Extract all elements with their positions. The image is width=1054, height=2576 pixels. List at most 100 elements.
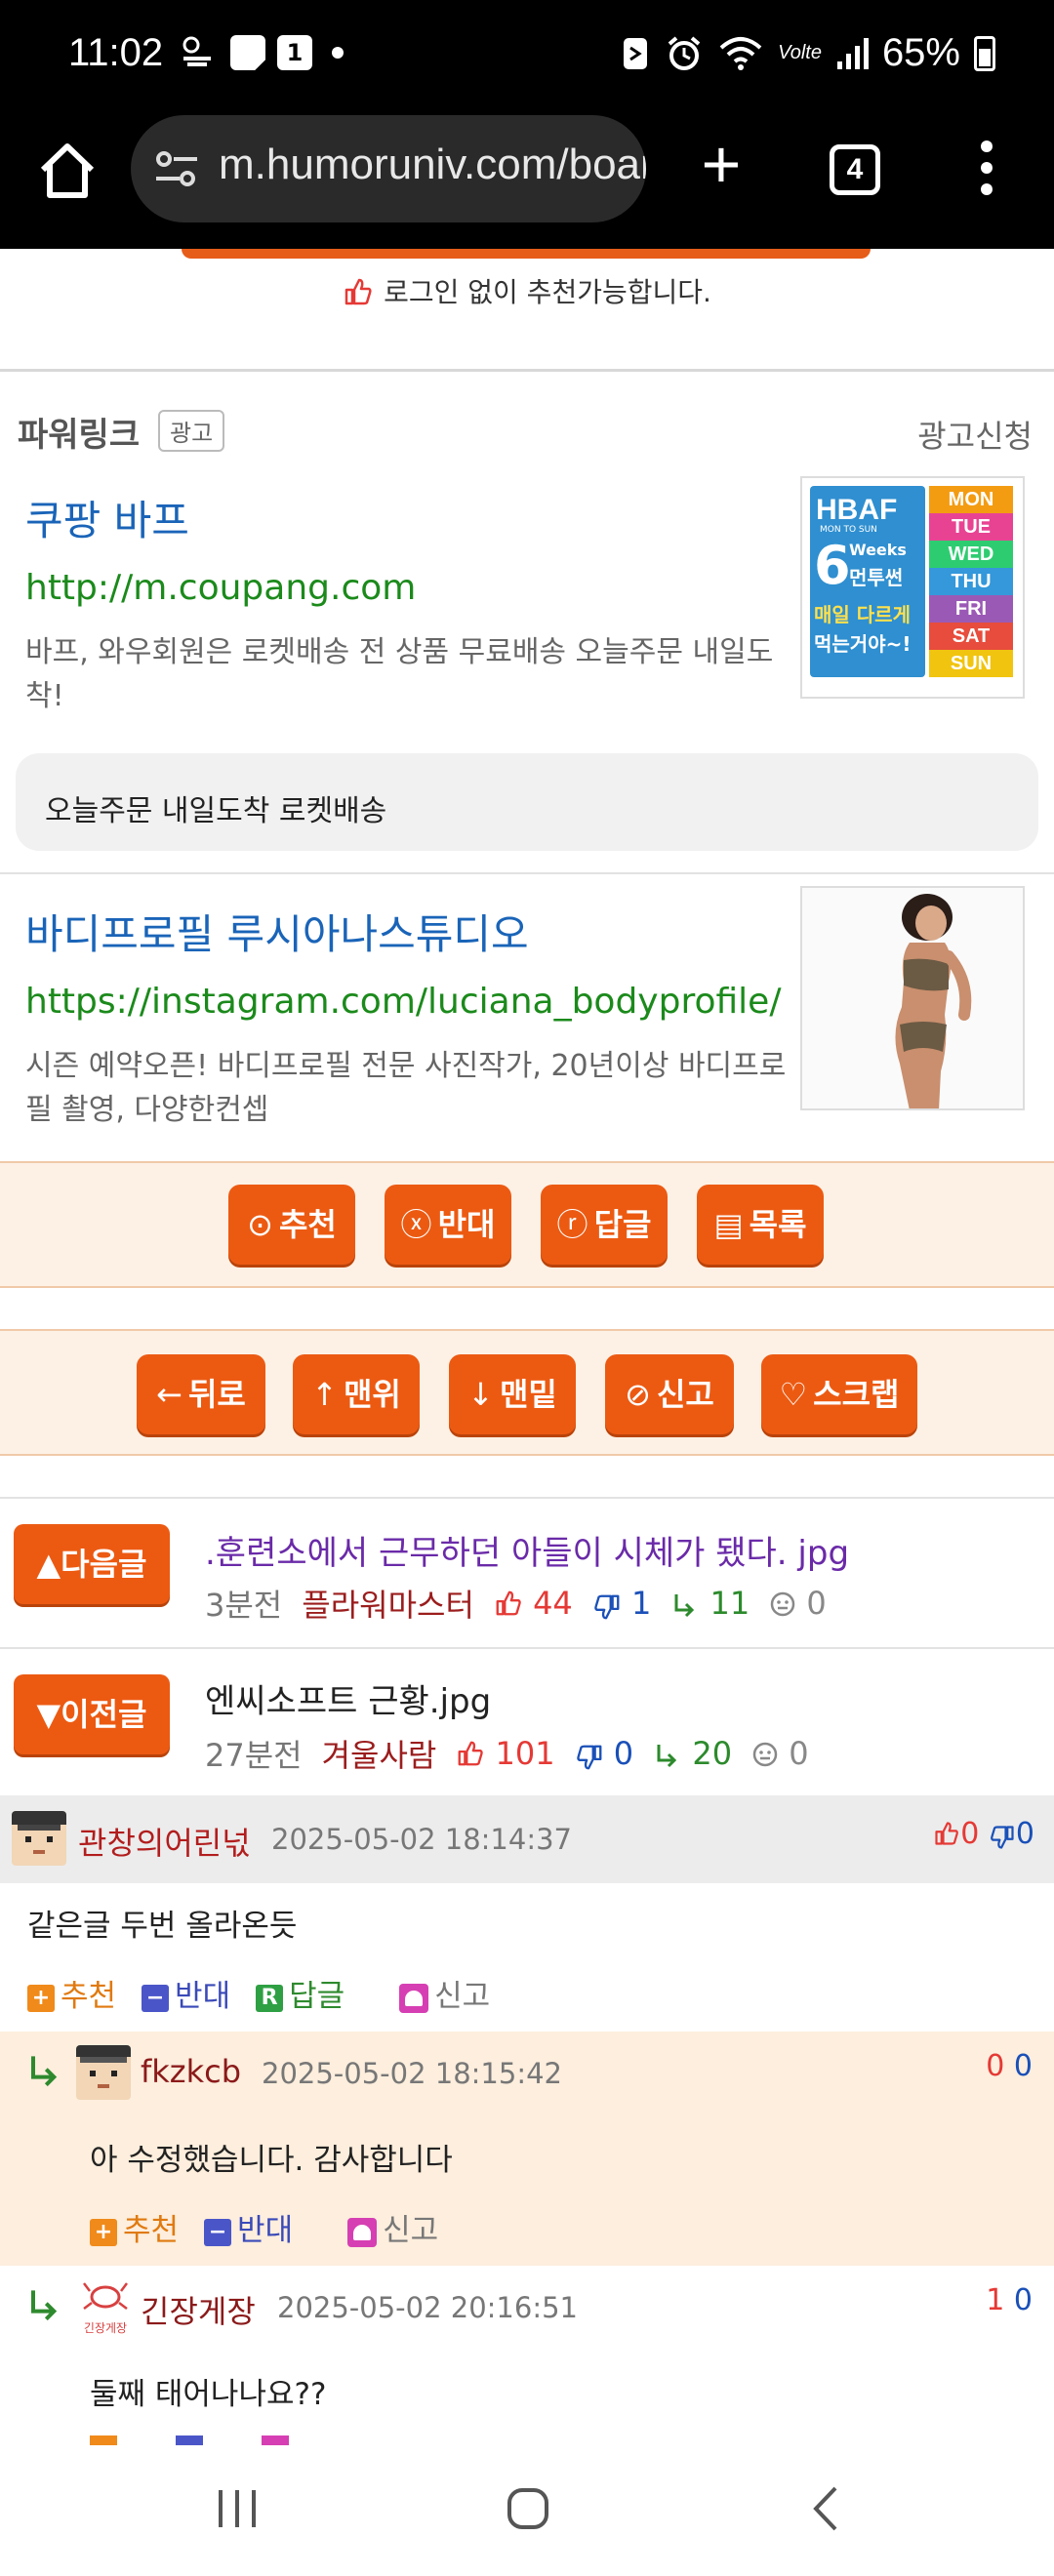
- avatar[interactable]: [76, 2045, 131, 2100]
- comment-author[interactable]: 관창의어린넋: [78, 1819, 251, 1864]
- list-divider: [0, 1647, 1054, 1649]
- notification-badge-icon: 1: [277, 35, 312, 70]
- oppose-label: 반대: [437, 1206, 496, 1243]
- comment-author[interactable]: 긴장게장: [141, 2287, 256, 2332]
- comment-oppose-button[interactable]: − 반대: [142, 1971, 230, 2015]
- ad-apply-link[interactable]: 광고신청: [917, 412, 1033, 457]
- back-nav-icon[interactable]: [802, 2484, 851, 2533]
- tab-switcher-button[interactable]: 4: [830, 144, 880, 195]
- recommend-label: 추천: [278, 1206, 337, 1243]
- comment-votes: 0 0: [986, 2049, 1033, 2083]
- ad-url[interactable]: http://m.coupang.com: [25, 568, 416, 608]
- comment-down-count: 0: [1013, 2049, 1033, 2083]
- comment-down-count: 0: [1015, 1817, 1034, 1851]
- recommend-button[interactable]: ⊙ 추천: [228, 1185, 355, 1265]
- reply-arrow-icon: [31, 2056, 58, 2087]
- next-post-title[interactable]: .훈련소에서 근무하던 아들이 시체가 됐다. jpg: [205, 1526, 849, 1574]
- comment-date: 2025-05-02 18:15:42: [262, 2057, 562, 2090]
- top-label: 맨위: [343, 1376, 401, 1413]
- bottom-label: 맨밑: [499, 1376, 557, 1413]
- comment-author[interactable]: fkzkcb: [141, 2053, 241, 2090]
- ad-divider: [0, 872, 1054, 874]
- comment-reply-button[interactable]: R 답글: [256, 1971, 345, 2015]
- avatar-caption: 긴장게장: [84, 2321, 127, 2335]
- ad-title[interactable]: 쿠팡 바프: [25, 488, 189, 547]
- comment-header: 관창의어린넋 2025-05-02 18:14:37 0 0: [0, 1795, 1054, 1883]
- scrap-label: 스크랩: [813, 1376, 900, 1413]
- hbaf-day-label: THU: [929, 568, 1013, 595]
- up-count: 101: [456, 1735, 555, 1772]
- back-button[interactable]: ← 뒤로: [137, 1354, 265, 1434]
- plus-icon: +: [27, 1984, 55, 2012]
- site-settings-icon[interactable]: [152, 144, 201, 193]
- reply-label: 답글: [593, 1206, 652, 1243]
- post-author[interactable]: 겨울사람: [322, 1731, 437, 1776]
- reply-count: 20: [653, 1735, 732, 1772]
- oppose-button[interactable]: ⓧ 반대: [385, 1185, 511, 1265]
- ad-description: 시즌 예약오픈! 바디프로필 전문 사진작가, 20년이상 바디프로필 촬영, …: [25, 1049, 787, 1127]
- report-button[interactable]: ⊘ 신고: [605, 1354, 734, 1434]
- minus-icon: −: [204, 2218, 232, 2246]
- list-icon: ▤: [713, 1206, 744, 1243]
- oppose-label: 반대: [237, 2213, 294, 2248]
- thumbs-up-icon: [458, 1741, 484, 1766]
- thumbs-up-icon: [935, 1822, 959, 1845]
- reply-arrow-icon: [674, 1594, 695, 1618]
- avatar[interactable]: 긴장게장: [76, 2277, 135, 2342]
- comment-oppose-button[interactable]: − 반대: [204, 2205, 293, 2249]
- report-icon: ⊘: [625, 1376, 651, 1413]
- ad-title[interactable]: 바디프로필 루시아나스튜디오: [25, 902, 529, 961]
- hbaf-weeks: Weeks: [849, 541, 907, 559]
- comment-recommend-button[interactable]: + 추천: [27, 1971, 116, 2015]
- next-post-button[interactable]: ▲다음글: [14, 1524, 170, 1604]
- comment-actions: + 추천 − 반대 R 답글 신고: [27, 1971, 490, 2015]
- new-tab-icon[interactable]: +: [687, 130, 755, 201]
- ad-image-bodyprofile[interactable]: [800, 886, 1025, 1110]
- browser-menu-icon[interactable]: [972, 141, 1001, 203]
- post-author[interactable]: 플라워마스터: [302, 1581, 474, 1626]
- top-button[interactable]: ↑ 맨위: [293, 1354, 420, 1434]
- prev-post-button[interactable]: ▼이전글: [14, 1674, 170, 1754]
- next-post-meta: 3분전 플라워마스터 44 1 11 0: [205, 1581, 827, 1626]
- ad-extension-link[interactable]: 오늘주문 내일도착 로켓배송: [16, 753, 1038, 851]
- flag-note-icon: [230, 35, 265, 70]
- avatar[interactable]: [12, 1811, 66, 1866]
- comment-body: 둘째 태어나나요??: [90, 2377, 327, 2412]
- signal-icon: [836, 37, 869, 69]
- comment-votes: 1 0: [986, 2283, 1033, 2317]
- url-bar[interactable]: m.humoruniv.com/board: [131, 115, 646, 222]
- url-text[interactable]: m.humoruniv.com/board: [219, 141, 646, 189]
- browser-toolbar: m.humoruniv.com/board + 4: [0, 115, 1054, 249]
- smiley-icon: [752, 1742, 778, 1767]
- recommend-label: 추천: [61, 1979, 117, 2014]
- comment-report-button[interactable]: 신고: [399, 1971, 490, 2015]
- reply-r-icon: R: [256, 1984, 284, 2012]
- battery-icon: [974, 35, 995, 71]
- ad-url[interactable]: https://instagram.com/luciana_bodyprofil…: [25, 982, 781, 1022]
- arrow-left-icon: ←: [156, 1376, 182, 1413]
- arrow-up-icon: ↑: [311, 1376, 338, 1413]
- recent-apps-icon[interactable]: [213, 2484, 262, 2533]
- minus-icon: −: [142, 1984, 170, 2012]
- bottom-button[interactable]: ↓ 맨밑: [449, 1354, 576, 1434]
- hbaf-line1: 먼투썬: [849, 566, 904, 589]
- home-nav-icon[interactable]: [504, 2484, 552, 2533]
- down-value: 0: [613, 1735, 634, 1772]
- hbaf-days-column: MON TUE WED THU FRI SAT SUN: [929, 486, 1013, 677]
- nfc-icon: [624, 37, 648, 69]
- post-action-bar: ⊙ 추천 ⓧ 반대 ⓡ 답글 ▤ 목록: [0, 1161, 1054, 1288]
- comment-up-count: 0: [986, 2049, 1005, 2083]
- ad-image-hbaf[interactable]: HBAF MON TO SUN 6 Weeks 먼투썬 매일 다르게 먹는거야~…: [800, 476, 1025, 699]
- scrap-button[interactable]: ♡ 스크랩: [761, 1354, 917, 1434]
- hbaf-product-image: HBAF MON TO SUN 6 Weeks 먼투썬 매일 다르게 먹는거야~…: [810, 486, 1017, 681]
- comment-report-button[interactable]: 신고: [347, 2205, 438, 2249]
- comment-recommend-button[interactable]: + 추천: [90, 2205, 179, 2249]
- recommend-icon: ⊙: [247, 1206, 273, 1243]
- thumbs-down-icon: [991, 1826, 1014, 1849]
- prev-post-title[interactable]: 엔씨소프트 근황.jpg: [205, 1674, 491, 1722]
- list-button[interactable]: ▤ 목록: [697, 1185, 824, 1265]
- reply-button[interactable]: ⓡ 답글: [541, 1185, 668, 1265]
- home-icon[interactable]: [33, 137, 101, 205]
- status-time: 11:02: [68, 31, 164, 74]
- comment-actions: + 추천 − 반대 신고: [90, 2205, 438, 2249]
